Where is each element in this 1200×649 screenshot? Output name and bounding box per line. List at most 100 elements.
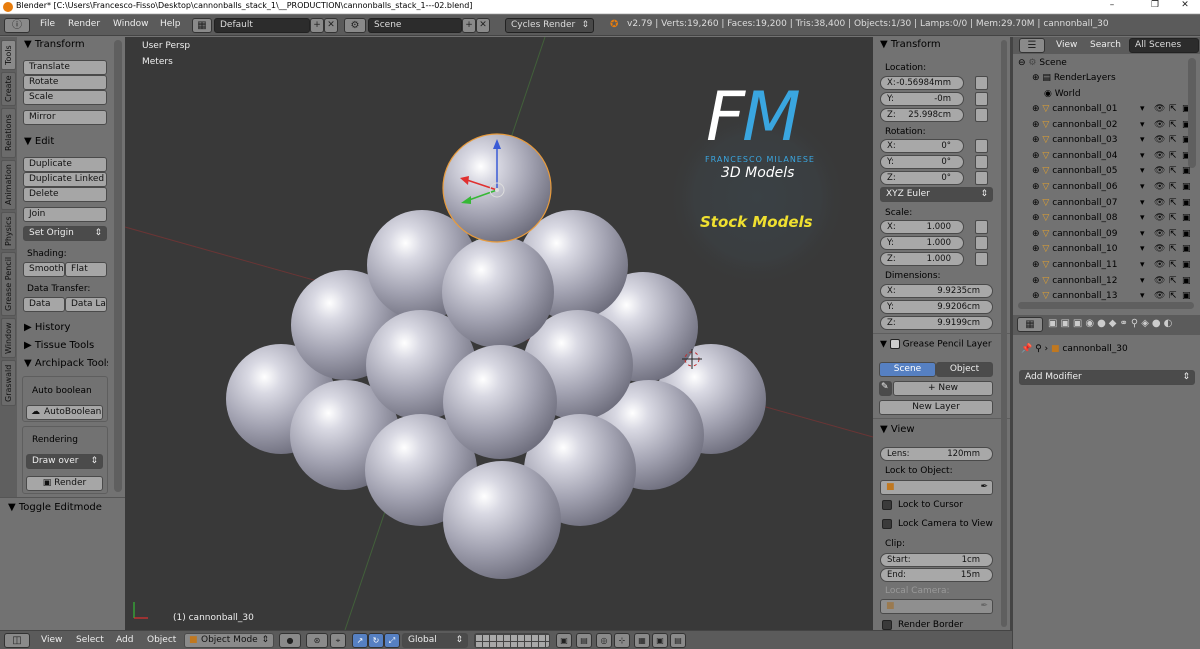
eye-icon[interactable]: 👁 <box>1154 276 1165 286</box>
eye-icon[interactable]: 👁 <box>1154 151 1165 161</box>
camera-render-icon[interactable]: ▣ <box>1182 198 1191 208</box>
tab-relations[interactable]: Relations <box>1 108 16 158</box>
camera-render-icon[interactable]: ▣ <box>1182 229 1191 239</box>
snap-icon[interactable]: ⊹ <box>614 633 630 648</box>
lock-rotation-x-icon[interactable] <box>975 139 988 153</box>
screen-layout-field[interactable]: Default <box>214 18 310 33</box>
scale-z-field[interactable]: Z: 1.000 <box>880 252 964 266</box>
delete-button[interactable]: Delete <box>23 187 107 202</box>
outliner-object-row[interactable]: ⊕ ▽ cannonball_10 ▾ 👁 ⇱ ▣ <box>1032 244 1200 259</box>
cursor-select-icon[interactable]: ⇱ <box>1169 213 1177 223</box>
tab-tools[interactable]: Tools <box>1 40 16 70</box>
menu-file[interactable]: File <box>40 19 55 29</box>
lock-rotation-y-icon[interactable] <box>975 155 988 169</box>
render-button[interactable]: ▣ Render <box>26 476 103 491</box>
tab-grease-pencil[interactable]: Grease Pencil <box>1 252 16 316</box>
scene-field[interactable]: Scene <box>368 18 462 33</box>
camera-render-icon[interactable]: ▣ <box>1182 291 1191 301</box>
auto-boolean-button[interactable]: ☁ AutoBoolean <box>26 405 103 420</box>
lock-location-y-icon[interactable] <box>975 92 988 106</box>
outliner-object-row[interactable]: ⊕ ▽ cannonball_01 ▾ 👁 ⇱ ▣ <box>1032 104 1200 119</box>
lock-camera-checkbox[interactable] <box>882 519 892 529</box>
mesh-data-icon[interactable]: ▾ <box>1140 213 1145 223</box>
outliner-h-scrollbar[interactable] <box>1018 302 1194 309</box>
viewport-editor-type-icon[interactable]: ◫ <box>4 633 30 648</box>
outliner-object-row[interactable]: ⊕ ▽ cannonball_04 ▾ 👁 ⇱ ▣ <box>1032 151 1200 166</box>
outliner-object-row[interactable]: ⊕ ▽ cannonball_05 ▾ 👁 ⇱ ▣ <box>1032 166 1200 181</box>
smooth-button[interactable]: Smooth <box>23 262 65 277</box>
minimize-button[interactable]: – <box>1097 0 1127 10</box>
camera-render-icon[interactable]: ▣ <box>1182 166 1191 176</box>
cursor-select-icon[interactable]: ⇱ <box>1169 260 1177 270</box>
mesh-data-icon[interactable]: ▾ <box>1140 135 1145 145</box>
mirror-button[interactable]: Mirror <box>23 110 107 125</box>
translate-button[interactable]: Translate <box>23 60 107 75</box>
rotation-y-field[interactable]: Y: 0° <box>880 155 964 169</box>
add-scene-icon[interactable]: + <box>462 18 476 33</box>
outliner-editor-type-icon[interactable]: ☰ <box>1019 38 1045 53</box>
tab-create[interactable]: Create <box>1 72 16 106</box>
close-button[interactable]: ✕ <box>1170 0 1200 10</box>
editor-type-button[interactable]: ⓘ <box>4 18 30 33</box>
grease-scene-tab[interactable]: Scene <box>879 362 936 377</box>
lock-to-cursor-checkbox[interactable] <box>882 500 892 510</box>
outliner-object-row[interactable]: ⊕ ▽ cannonball_09 ▾ 👁 ⇱ ▣ <box>1032 229 1200 244</box>
maximize-button[interactable]: ❐ <box>1140 0 1170 10</box>
eye-icon[interactable]: 👁 <box>1154 104 1165 114</box>
lock-location-x-icon[interactable] <box>975 76 988 90</box>
cursor-select-icon[interactable]: ⇱ <box>1169 229 1177 239</box>
remove-screen-icon[interactable]: ✕ <box>324 18 338 33</box>
remove-scene-icon[interactable]: ✕ <box>476 18 490 33</box>
outliner-scene-row[interactable]: ⊖ ⚙ Scene <box>1018 58 1193 73</box>
lock-scale-x-icon[interactable] <box>975 220 988 234</box>
sphere[interactable] <box>443 461 561 579</box>
outliner-scrollbar[interactable] <box>1188 58 1196 168</box>
opengl-animation-icon[interactable]: ▤ <box>670 633 686 648</box>
data-button[interactable]: Data <box>23 297 65 312</box>
cursor-select-icon[interactable]: ⇱ <box>1169 276 1177 286</box>
flat-button[interactable]: Flat <box>65 262 107 277</box>
eye-icon[interactable]: 👁 <box>1154 291 1165 301</box>
camera-render-icon[interactable]: ▣ <box>1182 260 1191 270</box>
select-menu[interactable]: Select <box>76 635 104 645</box>
rotation-z-field[interactable]: Z: 0° <box>880 171 964 185</box>
rotation-x-field[interactable]: X: 0° <box>880 139 964 153</box>
location-z-field[interactable]: Z: 25.998cm <box>880 108 964 122</box>
add-modifier-select[interactable]: Add Modifier ⇕ <box>1019 370 1195 385</box>
dimensions-y-field[interactable]: Y: 9.9206cm <box>880 300 993 314</box>
mesh-data-icon[interactable]: ▾ <box>1140 244 1145 254</box>
pencil-icon[interactable]: ✎ <box>879 381 892 396</box>
eye-icon[interactable]: 👁 <box>1154 244 1165 254</box>
edit-panel-header[interactable]: ▼ Edit <box>24 136 54 147</box>
outliner-object-row[interactable]: ⊕ ▽ cannonball_02 ▾ 👁 ⇱ ▣ <box>1032 120 1200 135</box>
add-menu[interactable]: Add <box>116 635 133 645</box>
lock-scale-z-icon[interactable] <box>975 252 988 266</box>
mesh-data-icon[interactable]: ▾ <box>1140 229 1145 239</box>
outliner-world-row[interactable]: ◉ World <box>1044 89 1200 104</box>
menu-render[interactable]: Render <box>68 19 100 29</box>
duplicate-linked-button[interactable]: Duplicate Linked <box>23 172 107 187</box>
mode-select[interactable]: ■ Object Mode ⇕ <box>184 633 274 648</box>
scale-button[interactable]: Scale <box>23 90 107 105</box>
outliner-object-row[interactable]: ⊕ ▽ cannonball_06 ▾ 👁 ⇱ ▣ <box>1032 182 1200 197</box>
properties-editor-type-icon[interactable]: ▦ <box>1017 317 1043 332</box>
outliner-search-menu[interactable]: Search <box>1090 40 1121 50</box>
outliner-object-row[interactable]: ⊕ ▽ cannonball_03 ▾ 👁 ⇱ ▣ <box>1032 135 1200 150</box>
render-layers-icon[interactable]: ▤ <box>576 633 592 648</box>
properties-context-tabs[interactable]: ▣▣▣◉●◆⚭⚲◈●◐ <box>1048 318 1175 329</box>
menu-window[interactable]: Window <box>113 19 149 29</box>
eye-icon[interactable]: 👁 <box>1154 182 1165 192</box>
data-layout-button[interactable]: Data La <box>65 297 107 312</box>
rotate-button[interactable]: Rotate <box>23 75 107 90</box>
add-screen-icon[interactable]: + <box>310 18 324 33</box>
camera-render-icon[interactable]: ▣ <box>1182 244 1191 254</box>
mesh-data-icon[interactable]: ▾ <box>1140 104 1145 114</box>
mesh-data-icon[interactable]: ▾ <box>1140 151 1145 161</box>
dimensions-x-field[interactable]: X: 9.9235cm <box>880 284 993 298</box>
rotate-manipulator-icon[interactable]: ↻ <box>368 633 384 648</box>
tab-animation[interactable]: Animation <box>1 160 16 210</box>
camera-render-icon[interactable]: ▣ <box>1182 182 1191 192</box>
eye-icon[interactable]: 👁 <box>1154 166 1165 176</box>
view-panel-header[interactable]: ▼ View <box>880 424 915 435</box>
render-border-checkbox[interactable] <box>882 620 892 630</box>
